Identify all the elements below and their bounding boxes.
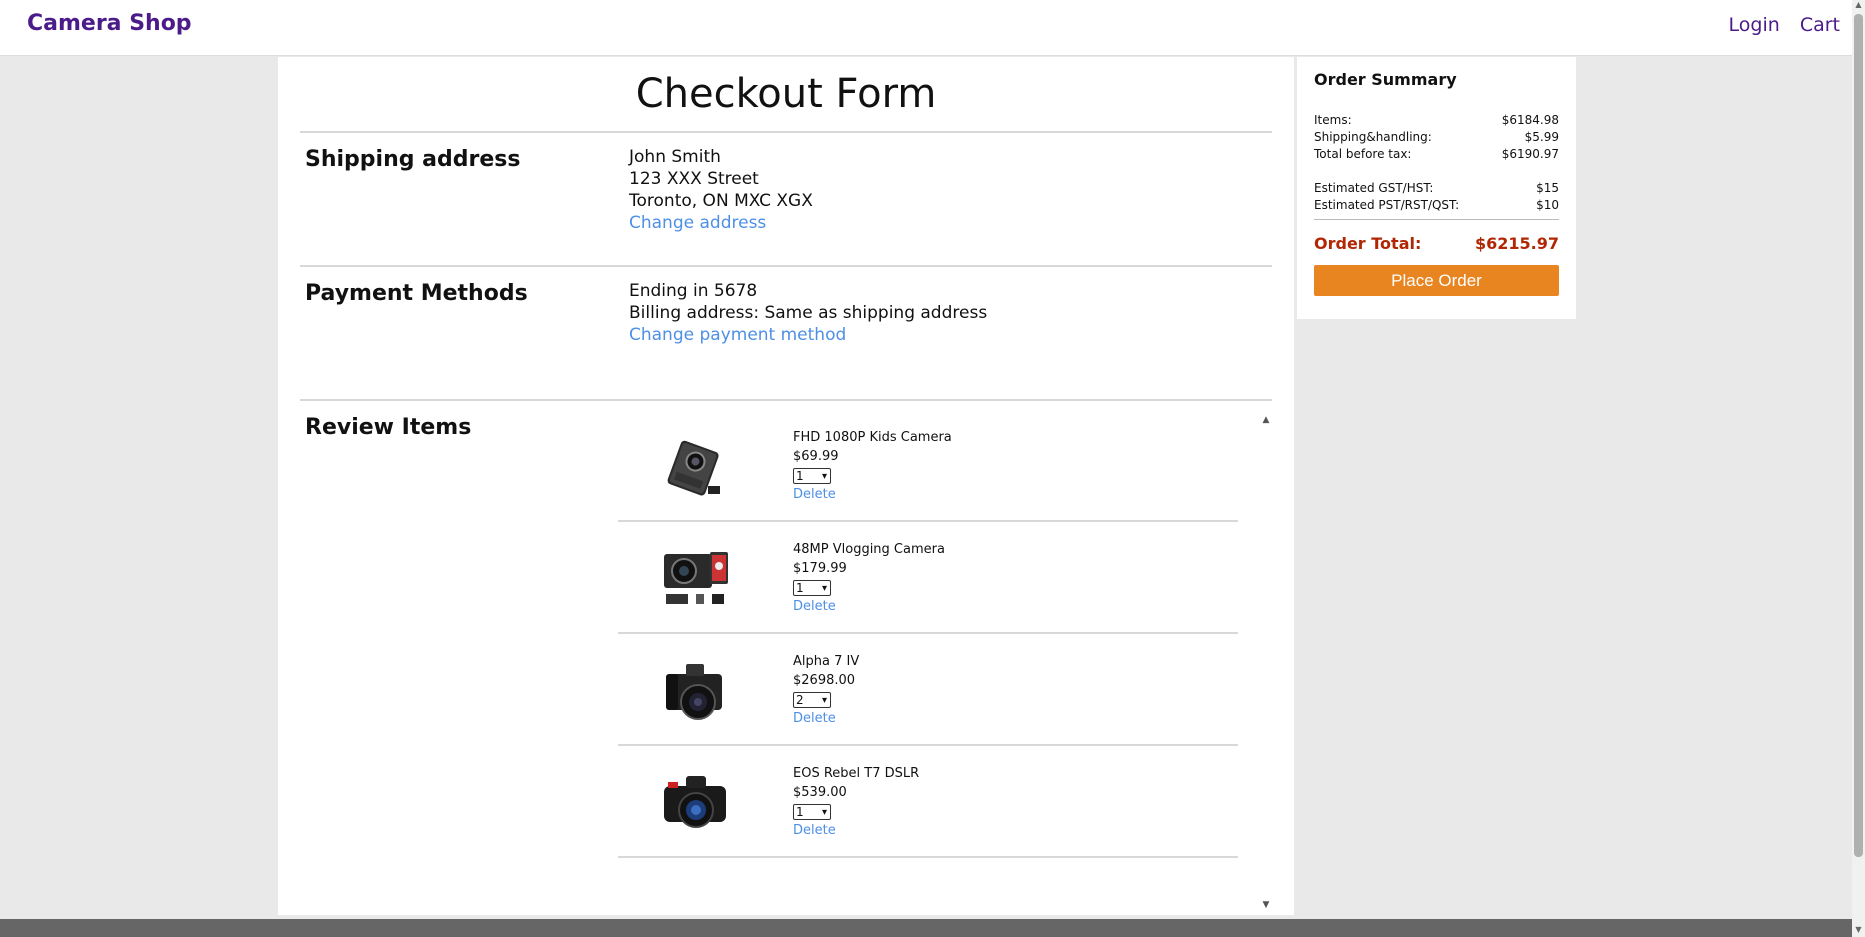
divider [300,265,1272,267]
page-title: Checkout Form [635,71,937,117]
place-order-button[interactable]: Place Order [1314,265,1559,296]
summary-divider [1314,219,1559,220]
item-name: Alpha 7 IV [793,654,860,669]
vlogging-camera-icon [660,540,732,616]
summary-shipping-label: Shipping&handling: [1314,130,1432,144]
summary-pst-row: Estimated PST/RST/QST: $10 [1314,197,1559,214]
review-items-scroll-box[interactable]: FHD 1080P Kids Camera $69.99 1▾ Delete [618,410,1282,858]
change-payment-link[interactable]: Change payment method [629,324,987,346]
quantity-select[interactable]: 1 ▾ [793,804,831,820]
billing-address: Billing address: Same as shipping addres… [629,303,988,323]
summary-gst-label: Estimated GST/HST: [1314,181,1434,195]
login-link[interactable]: Login [1729,14,1780,36]
summary-pst-label: Estimated PST/RST/QST: [1314,198,1460,212]
page-scrollbar[interactable]: ▲ ▼ [1852,0,1865,937]
shipping-name: John Smith [629,147,721,167]
review-items-list: FHD 1080P Kids Camera $69.99 1▾ Delete [618,410,1238,858]
cart-link[interactable]: Cart [1800,14,1840,36]
list-scroll-down-icon[interactable]: ▼ [1260,900,1272,910]
scroll-up-arrow-icon[interactable]: ▲ [1852,0,1865,12]
cart-item: 48MP Vlogging Camera $179.99 1 ▾ Delete [618,522,1238,634]
quantity-select[interactable]: 2 ▾ [793,692,831,708]
summary-shipping-row: Shipping&handling: $5.99 [1314,129,1559,146]
cart-item: Alpha 7 IV $2698.00 2 ▾ Delete [618,634,1238,746]
quantity-select[interactable]: 1 ▾ [793,468,831,484]
order-summary-title: Order Summary [1314,70,1457,89]
item-price: $69.99 [793,449,839,464]
item-name: FHD 1080P Kids Camera [793,430,952,445]
item-price: $179.99 [793,561,847,576]
shipping-street: 123 XXX Street [629,169,759,189]
scrollbar-thumb[interactable] [1854,14,1863,857]
delete-item-link[interactable]: Delete [793,485,952,504]
divider [300,131,1272,133]
summary-items-value: $6184.98 [1501,113,1559,127]
summary-items-label: Items: [1314,113,1352,127]
summary-gst-value: $15 [1536,181,1559,195]
order-total-label: Order Total: [1314,234,1422,253]
review-section-label: Review Items [305,415,472,440]
item-details: 48MP Vlogging Camera $179.99 1 ▾ Delete [793,540,945,616]
item-details: EOS Rebel T7 DSLR $539.00 1 ▾ Delete [793,764,919,840]
delete-item-link[interactable]: Delete [793,709,859,728]
item-price: $539.00 [793,785,847,800]
summary-gst-row: Estimated GST/HST: $15 [1314,180,1559,197]
top-navbar: Camera Shop Login Cart [0,0,1852,56]
shipping-city: Toronto, ON MXC XGX [629,191,813,211]
summary-pst-value: $10 [1536,198,1559,212]
nav-links: Login Cart [1715,14,1840,36]
shipping-address-block: John Smith 123 XXX Street Toronto, ON MX… [629,146,813,234]
order-summary-panel: Order Summary Items: $6184.98 Shipping&h… [1297,57,1576,319]
dslr-camera-icon [660,764,732,840]
delete-item-link[interactable]: Delete [793,597,945,616]
item-details: FHD 1080P Kids Camera $69.99 1 ▾ Delete [793,428,952,504]
cart-item: EOS Rebel T7 DSLR $539.00 1 ▾ Delete [618,746,1238,858]
item-price: $2698.00 [793,673,856,688]
delete-item-link[interactable]: Delete [793,821,919,840]
item-details: Alpha 7 IV $2698.00 2 ▾ Delete [793,652,859,728]
chevron-down-icon: ▾ [821,583,827,594]
summary-before-tax-value: $6190.97 [1501,147,1559,161]
quantity-select[interactable]: 1 ▾ [793,580,831,596]
scroll-down-arrow-icon[interactable]: ▼ [1852,925,1865,937]
payment-method-block: Ending in 5678 Billing address: Same as … [629,280,987,346]
order-total-value: $6215.97 [1474,234,1559,253]
summary-items-row: Items: $6184.98 [1314,112,1559,129]
mirrorless-camera-icon [660,652,732,728]
card-ending: Ending in 5678 [629,281,758,301]
order-total-row: Order Total: $6215.97 [1314,234,1559,253]
item-name: EOS Rebel T7 DSLR [793,766,920,781]
change-address-link[interactable]: Change address [629,212,813,234]
summary-before-tax-label: Total before tax: [1314,147,1412,161]
payment-section-label: Payment Methods [305,281,528,306]
summary-shipping-value: $5.99 [1524,130,1559,144]
footer-bar [0,919,1852,937]
chevron-down-icon: ▾ [821,695,827,706]
brand-logo[interactable]: Camera Shop [27,11,192,36]
item-name: 48MP Vlogging Camera [793,542,945,557]
compact-camera-icon [660,428,732,504]
divider [300,399,1272,401]
shipping-section-label: Shipping address [305,147,521,172]
chevron-down-icon: ▾ [821,807,827,818]
cart-item: FHD 1080P Kids Camera $69.99 1 ▾ Delete [618,410,1238,522]
summary-before-tax-row: Total before tax: $6190.97 [1314,146,1559,163]
checkout-panel: Checkout Form Shipping address John Smit… [278,57,1294,915]
chevron-down-icon: ▾ [821,471,827,482]
